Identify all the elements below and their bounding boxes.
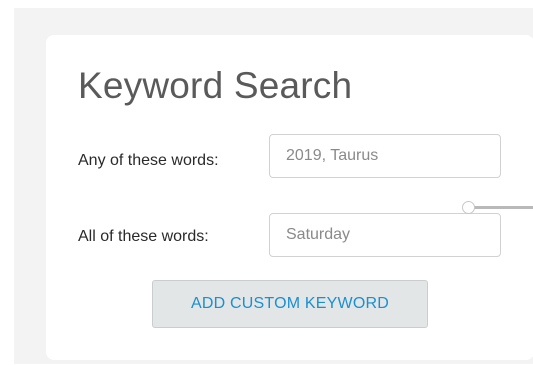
panel-title: Keyword Search [78, 65, 353, 106]
panel-background: Keyword Search Any of these words: All o… [14, 8, 533, 364]
keyword-search-card: Keyword Search Any of these words: All o… [46, 35, 533, 360]
any-words-input[interactable] [269, 134, 501, 178]
connector-handle-icon[interactable] [462, 201, 475, 214]
connector-line [474, 206, 533, 209]
add-custom-keyword-button[interactable]: ADD CUSTOM KEYWORD [152, 280, 428, 328]
all-words-label: All of these words: [78, 228, 209, 245]
any-words-label: Any of these words: [78, 152, 219, 169]
all-words-input[interactable] [269, 213, 501, 257]
